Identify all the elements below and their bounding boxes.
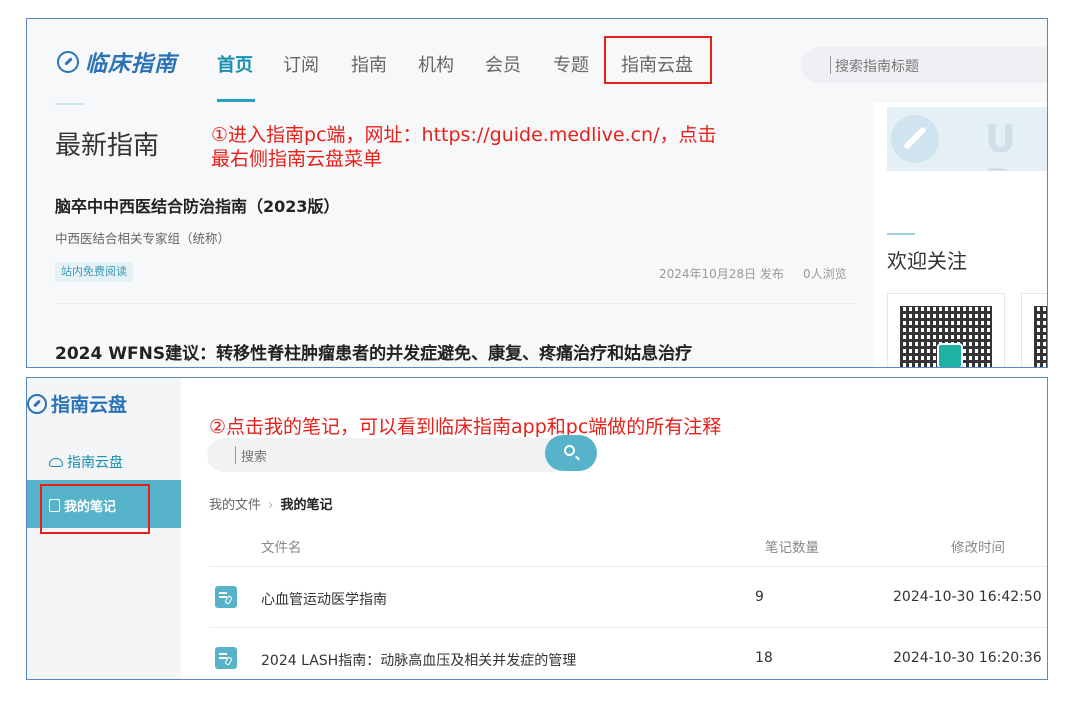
free-read-badge: 站内免费阅读: [55, 262, 133, 282]
highlight-box-guide-cloud: [604, 36, 712, 84]
search-input[interactable]: 搜索: [207, 438, 567, 472]
highlight-box-my-notes: [40, 484, 150, 534]
article-author: 中西医结合相关专家组（统称）: [55, 231, 231, 246]
sidebar-item-label: 指南云盘: [67, 455, 123, 471]
table-row[interactable]: 2024 LASH指南：动脉高血压及相关并发症的管理 18 2024-10-30…: [27, 628, 1047, 679]
search-placeholder: 搜索指南标题: [835, 59, 919, 75]
banner-text: U P: [985, 117, 1022, 171]
active-tab-underline: [217, 99, 255, 102]
search-icon: [564, 445, 575, 456]
note-file-icon: [215, 586, 237, 608]
section-accent-line: [887, 233, 915, 235]
modified-time: 2024-10-30 16:20:36: [893, 650, 1042, 666]
divider: [55, 303, 855, 304]
right-sidebar: U P 欢迎关注: [873, 103, 1047, 367]
qr-center-logo-icon: [937, 343, 963, 367]
section-title: 最新指南: [55, 131, 160, 161]
annotation-step-2: ②点击我的笔记，可以看到临床指南app和pc端做的所有注释: [209, 416, 722, 438]
article-title[interactable]: 2024 WFNS建议：转移性脊柱肿瘤患者的并发症避免、康复、疼痛治疗和姑息治疗: [55, 339, 692, 364]
qr-code: [1021, 293, 1047, 367]
latest-guides-section: 最新指南 ①进入指南pc端，网址：https://guide.medlive.c…: [27, 103, 873, 367]
file-name[interactable]: 心血管运动医学指南: [261, 589, 387, 609]
note-count: 18: [755, 650, 773, 666]
section-accent-line: [55, 103, 85, 105]
view-count: 0人浏览: [803, 267, 847, 281]
file-name[interactable]: 2024 LASH指南：动脉高血压及相关并发症的管理: [261, 650, 576, 670]
annotation-line-1: ①进入指南pc端，网址：https://guide.medlive.cn/，点击: [211, 124, 717, 146]
cloud-icon: [49, 457, 63, 467]
promo-banner[interactable]: U P: [887, 107, 1047, 171]
breadcrumb-root[interactable]: 我的文件: [209, 498, 261, 513]
follow-title: 欢迎关注: [887, 249, 967, 273]
cloud-logo-text: 指南云盘: [51, 394, 128, 416]
nav-institutions[interactable]: 机构: [418, 51, 454, 77]
guide-cloud-screenshot: 指南云盘 指南云盘 我的笔记 ②点击我的笔记，可以看到临床指南app和pc端做的…: [26, 377, 1048, 680]
logo-text: 临床指南: [85, 52, 178, 77]
note-count: 9: [755, 589, 764, 605]
compass-logo-icon: [57, 51, 79, 73]
sidebar-item-guide-cloud[interactable]: 指南云盘: [49, 452, 123, 472]
text-caret: [235, 446, 236, 464]
cloud-logo: 指南云盘: [27, 390, 127, 417]
annotation-step-1: ①进入指南pc端，网址：https://guide.medlive.cn/，点击…: [211, 123, 831, 171]
qr-pattern: [1034, 306, 1047, 367]
qr-code: [887, 293, 1005, 367]
compass-logo-icon: [27, 393, 47, 414]
note-file-icon: [215, 647, 237, 669]
text-caret: [830, 56, 831, 74]
nav-guides[interactable]: 指南: [351, 51, 387, 77]
modified-time: 2024-10-30 16:42:50: [893, 589, 1042, 605]
search-placeholder: 搜索: [241, 450, 268, 465]
breadcrumb: 我的文件 › 我的笔记: [209, 494, 333, 513]
search-button[interactable]: [545, 435, 597, 471]
guide-homepage-screenshot: 临床指南 首页 订阅 指南 机构 会员 专题 指南云盘 搜索指南标题 最新指南 …: [26, 18, 1048, 368]
breadcrumb-current: 我的笔记: [280, 498, 333, 513]
article-title[interactable]: 脑卒中中西医结合防治指南（2023版）: [55, 193, 340, 217]
site-logo[interactable]: 临床指南: [57, 47, 177, 77]
column-header-filename: 文件名: [261, 540, 302, 556]
annotation-line-2: 最右侧指南云盘菜单: [211, 148, 383, 170]
top-nav-bar: 临床指南 首页 订阅 指南 机构 会员 专题 指南云盘 搜索指南标题: [27, 19, 1047, 103]
table-row[interactable]: 心血管运动医学指南 9 2024-10-30 16:42:50: [27, 568, 1047, 626]
nav-subscribe[interactable]: 订阅: [283, 51, 319, 77]
column-header-note-count: 笔记数量: [765, 540, 819, 556]
row-divider: [209, 566, 1047, 567]
column-header-modified: 修改时间: [951, 540, 1005, 556]
search-input[interactable]: 搜索指南标题: [801, 47, 1047, 83]
nav-home[interactable]: 首页: [217, 51, 253, 77]
compass-icon: [891, 115, 939, 163]
nav-membership[interactable]: 会员: [485, 51, 521, 77]
nav-topics[interactable]: 专题: [553, 51, 589, 77]
publish-date: 2024年10月28日 发布: [659, 267, 784, 281]
breadcrumb-separator: ›: [268, 498, 274, 513]
